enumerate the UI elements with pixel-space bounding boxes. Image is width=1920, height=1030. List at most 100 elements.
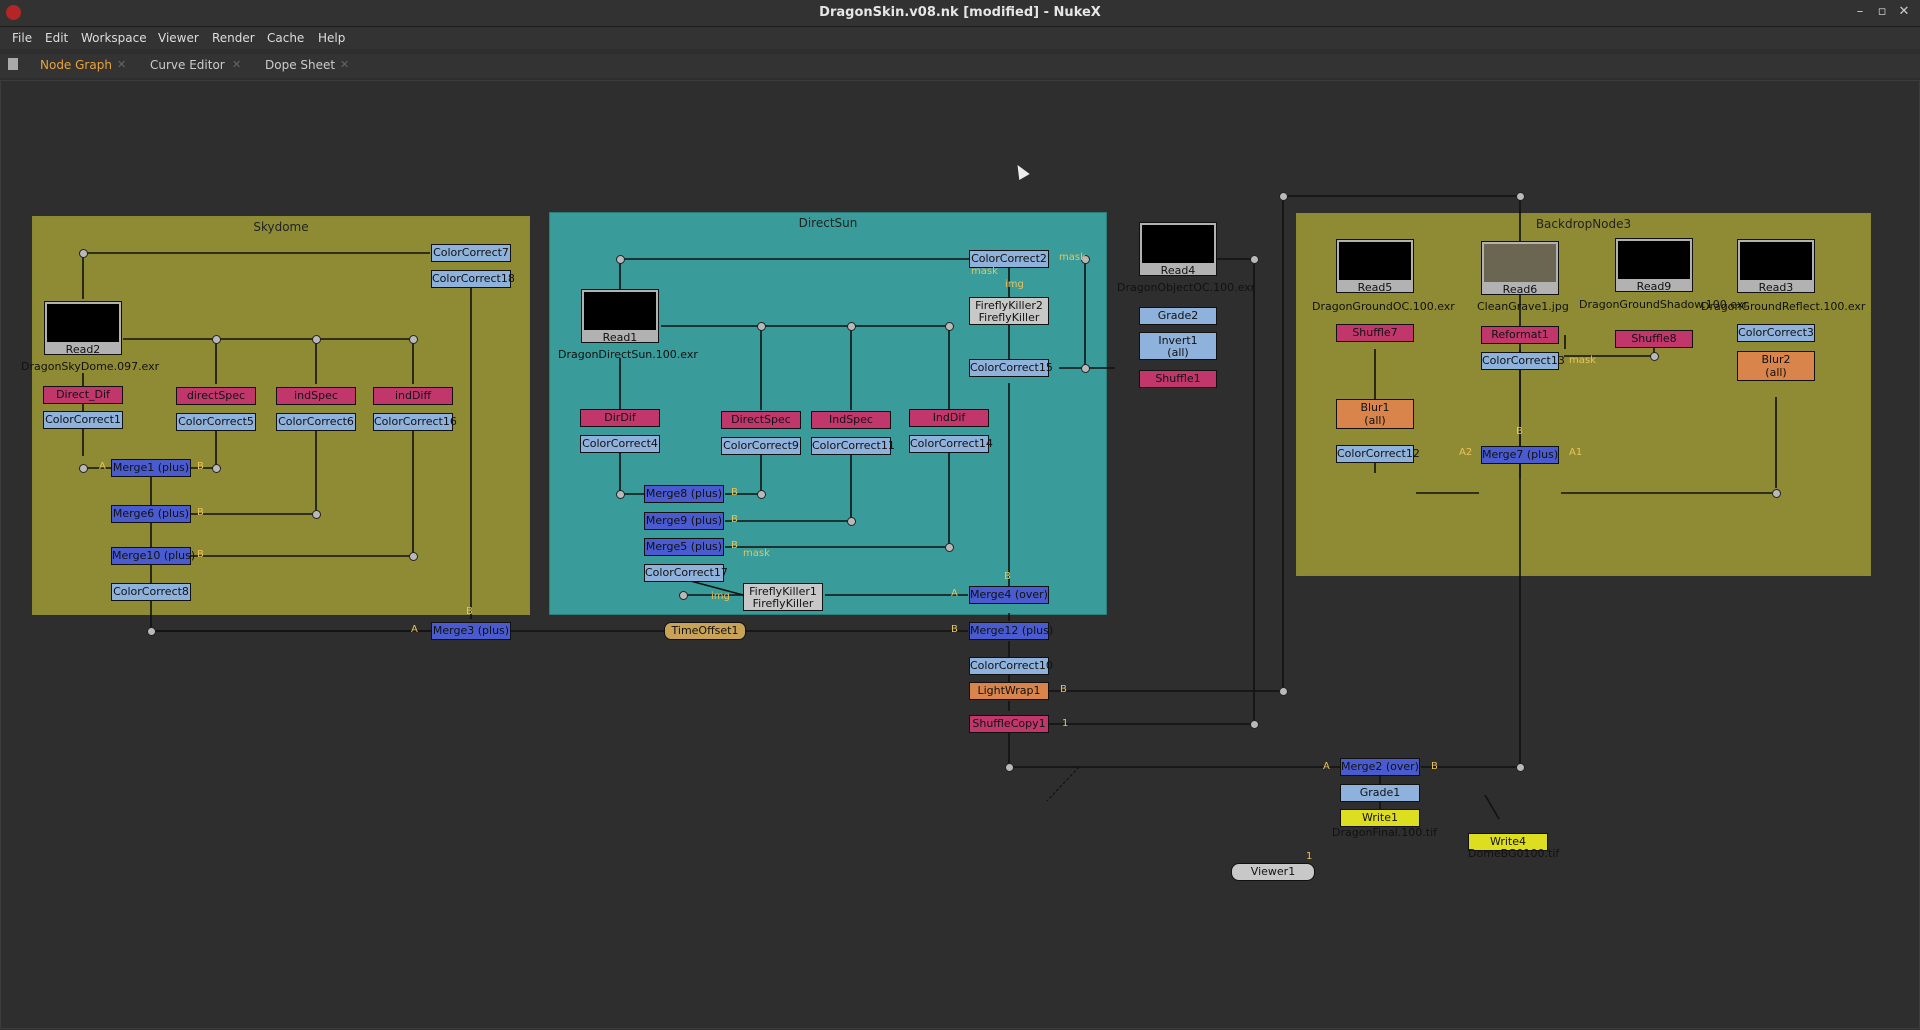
read-node-read4[interactable]: Read4 [1139,222,1217,277]
colorcorrect11-node[interactable]: ColorCorrect11 [811,437,895,455]
dot-node[interactable] [212,464,221,473]
menu-workspace[interactable]: Workspace [81,31,147,45]
colorcorrect12-node[interactable]: ColorCorrect12 [1336,445,1420,463]
minimize-icon[interactable]: – [1852,4,1868,19]
tab-node-graph[interactable]: Node Graph [40,58,112,72]
merge6-node[interactable]: Merge6 (plus) [111,505,191,523]
colorcorrect18-node[interactable]: ColorCorrect18 [431,270,515,288]
dot-node[interactable] [679,591,688,600]
merge5-node[interactable]: Merge5 (plus) [644,538,724,556]
read-node-read1[interactable]: Read1 [581,289,659,344]
colorcorrect16-node[interactable]: ColorCorrect16 [373,413,457,431]
shuffle-directspec-ds[interactable]: DirectSpec [721,411,801,429]
dot-node[interactable] [945,543,954,552]
menu-cache[interactable]: Cache [267,31,304,45]
lightwrap1-node[interactable]: LightWrap1 [969,682,1049,700]
colorcorrect17-node[interactable]: ColorCorrect17 [644,564,728,582]
dot-node[interactable] [616,490,625,499]
dot-node[interactable] [1279,192,1288,201]
fireflykiller2-node[interactable]: FireflyKiller2 FireflyKiller [969,297,1049,325]
timeoffset1-node[interactable]: TimeOffset1 [664,622,746,640]
dot-node[interactable] [616,255,625,264]
merge1-node[interactable]: Merge1 (plus) [111,459,191,477]
shufflecopy1-node[interactable]: ShuffleCopy1 [969,715,1049,733]
read-node-read9[interactable]: Read9 [1615,238,1693,293]
merge3-node[interactable]: Merge3 (plus) [431,622,511,640]
shuffle7-node[interactable]: Shuffle7 [1336,324,1414,342]
dot-node[interactable] [1081,364,1090,373]
menu-render[interactable]: Render [212,31,255,45]
shuffle1-node[interactable]: Shuffle1 [1139,370,1217,388]
colorcorrect10-node[interactable]: ColorCorrect10 [969,657,1053,675]
shuffle-directspec[interactable]: directSpec [176,387,256,405]
dot-node[interactable] [212,335,221,344]
colorcorrect3-node[interactable]: ColorCorrect3 [1737,324,1815,342]
merge2-node[interactable]: Merge2 (over) [1340,758,1420,776]
shuffle-direct-dif[interactable]: Direct_Dif [43,386,123,404]
colorcorrect1-node[interactable]: ColorCorrect1 [43,411,123,429]
shuffle-inddiff[interactable]: indDiff [373,387,453,405]
blur2-node[interactable]: Blur2 (all) [1737,351,1815,381]
menu-viewer[interactable]: Viewer [158,31,199,45]
grade2-node[interactable]: Grade2 [1139,307,1217,325]
colorcorrect8-node[interactable]: ColorCorrect8 [111,583,191,601]
dot-node[interactable] [1250,255,1259,264]
colorcorrect15-node[interactable]: ColorCorrect15 [969,359,1053,377]
dot-node[interactable] [1005,763,1014,772]
maximize-icon[interactable]: ▫ [1874,4,1890,19]
shuffle-indspec[interactable]: indSpec [276,387,356,405]
colorcorrect7-node[interactable]: ColorCorrect7 [431,244,511,262]
write1-node[interactable]: Write1 [1340,809,1420,827]
dot-node[interactable] [312,335,321,344]
dot-node[interactable] [409,335,418,344]
merge10-node[interactable]: Merge10 (plus) [111,547,195,565]
dot-node[interactable] [1650,352,1659,361]
dot-node[interactable] [79,464,88,473]
close-icon[interactable]: ✕ [1896,4,1912,19]
grade1-node[interactable]: Grade1 [1340,784,1420,802]
shuffle-dirdif[interactable]: DirDif [580,409,660,427]
tab-close-icon[interactable]: ✕ [232,58,241,71]
blur1-node[interactable]: Blur1 (all) [1336,399,1414,429]
dot-node[interactable] [757,490,766,499]
dot-node[interactable] [1250,720,1259,729]
shuffle8-node[interactable]: Shuffle8 [1615,330,1693,348]
menu-edit[interactable]: Edit [45,31,68,45]
pane-menu-icon[interactable] [8,58,18,70]
menu-help[interactable]: Help [318,31,345,45]
dot-node[interactable] [757,322,766,331]
colorcorrect6-node[interactable]: ColorCorrect6 [276,413,356,431]
colorcorrect9-node[interactable]: ColorCorrect9 [721,437,801,455]
reformat1-node[interactable]: Reformat1 [1481,326,1559,344]
read-node-read5[interactable]: Read5 [1336,239,1414,294]
tab-close-icon[interactable]: ✕ [340,58,349,71]
fireflykiller1-node[interactable]: FireflyKiller1 FireflyKiller [743,583,823,611]
dot-node[interactable] [1516,192,1525,201]
dot-node[interactable] [1516,763,1525,772]
merge7-node[interactable]: Merge7 (plus) [1481,446,1559,464]
invert1-node[interactable]: Invert1 (all) [1139,332,1217,360]
tab-dope-sheet[interactable]: Dope Sheet [265,58,335,72]
colorcorrect4-node[interactable]: ColorCorrect4 [580,435,660,453]
dot-node[interactable] [1279,687,1288,696]
shuffle-indspec-ds[interactable]: IndSpec [811,411,891,429]
dot-node[interactable] [409,552,418,561]
shuffle-inddif-ds[interactable]: IndDif [909,409,989,427]
tab-close-icon[interactable]: ✕ [117,58,126,71]
dot-node[interactable] [147,627,156,636]
dot-node[interactable] [79,249,88,258]
colorcorrect13-node[interactable]: ColorCorrect13 [1481,352,1565,370]
dot-node[interactable] [847,322,856,331]
colorcorrect5-node[interactable]: ColorCorrect5 [176,413,256,431]
merge8-node[interactable]: Merge8 (plus) [644,485,724,503]
viewer1-node[interactable]: Viewer1 [1231,863,1315,881]
read-node-read6[interactable]: Read6 [1481,241,1559,296]
merge9-node[interactable]: Merge9 (plus) [644,512,724,530]
read-node-read3[interactable]: Read3 [1737,239,1815,294]
menu-file[interactable]: File [12,31,32,45]
merge12-node[interactable]: Merge12 (plus) [969,622,1053,640]
dot-node[interactable] [945,322,954,331]
dot-node[interactable] [312,510,321,519]
dot-node[interactable] [1772,489,1781,498]
read-node-read2[interactable]: Read2 [44,301,122,356]
